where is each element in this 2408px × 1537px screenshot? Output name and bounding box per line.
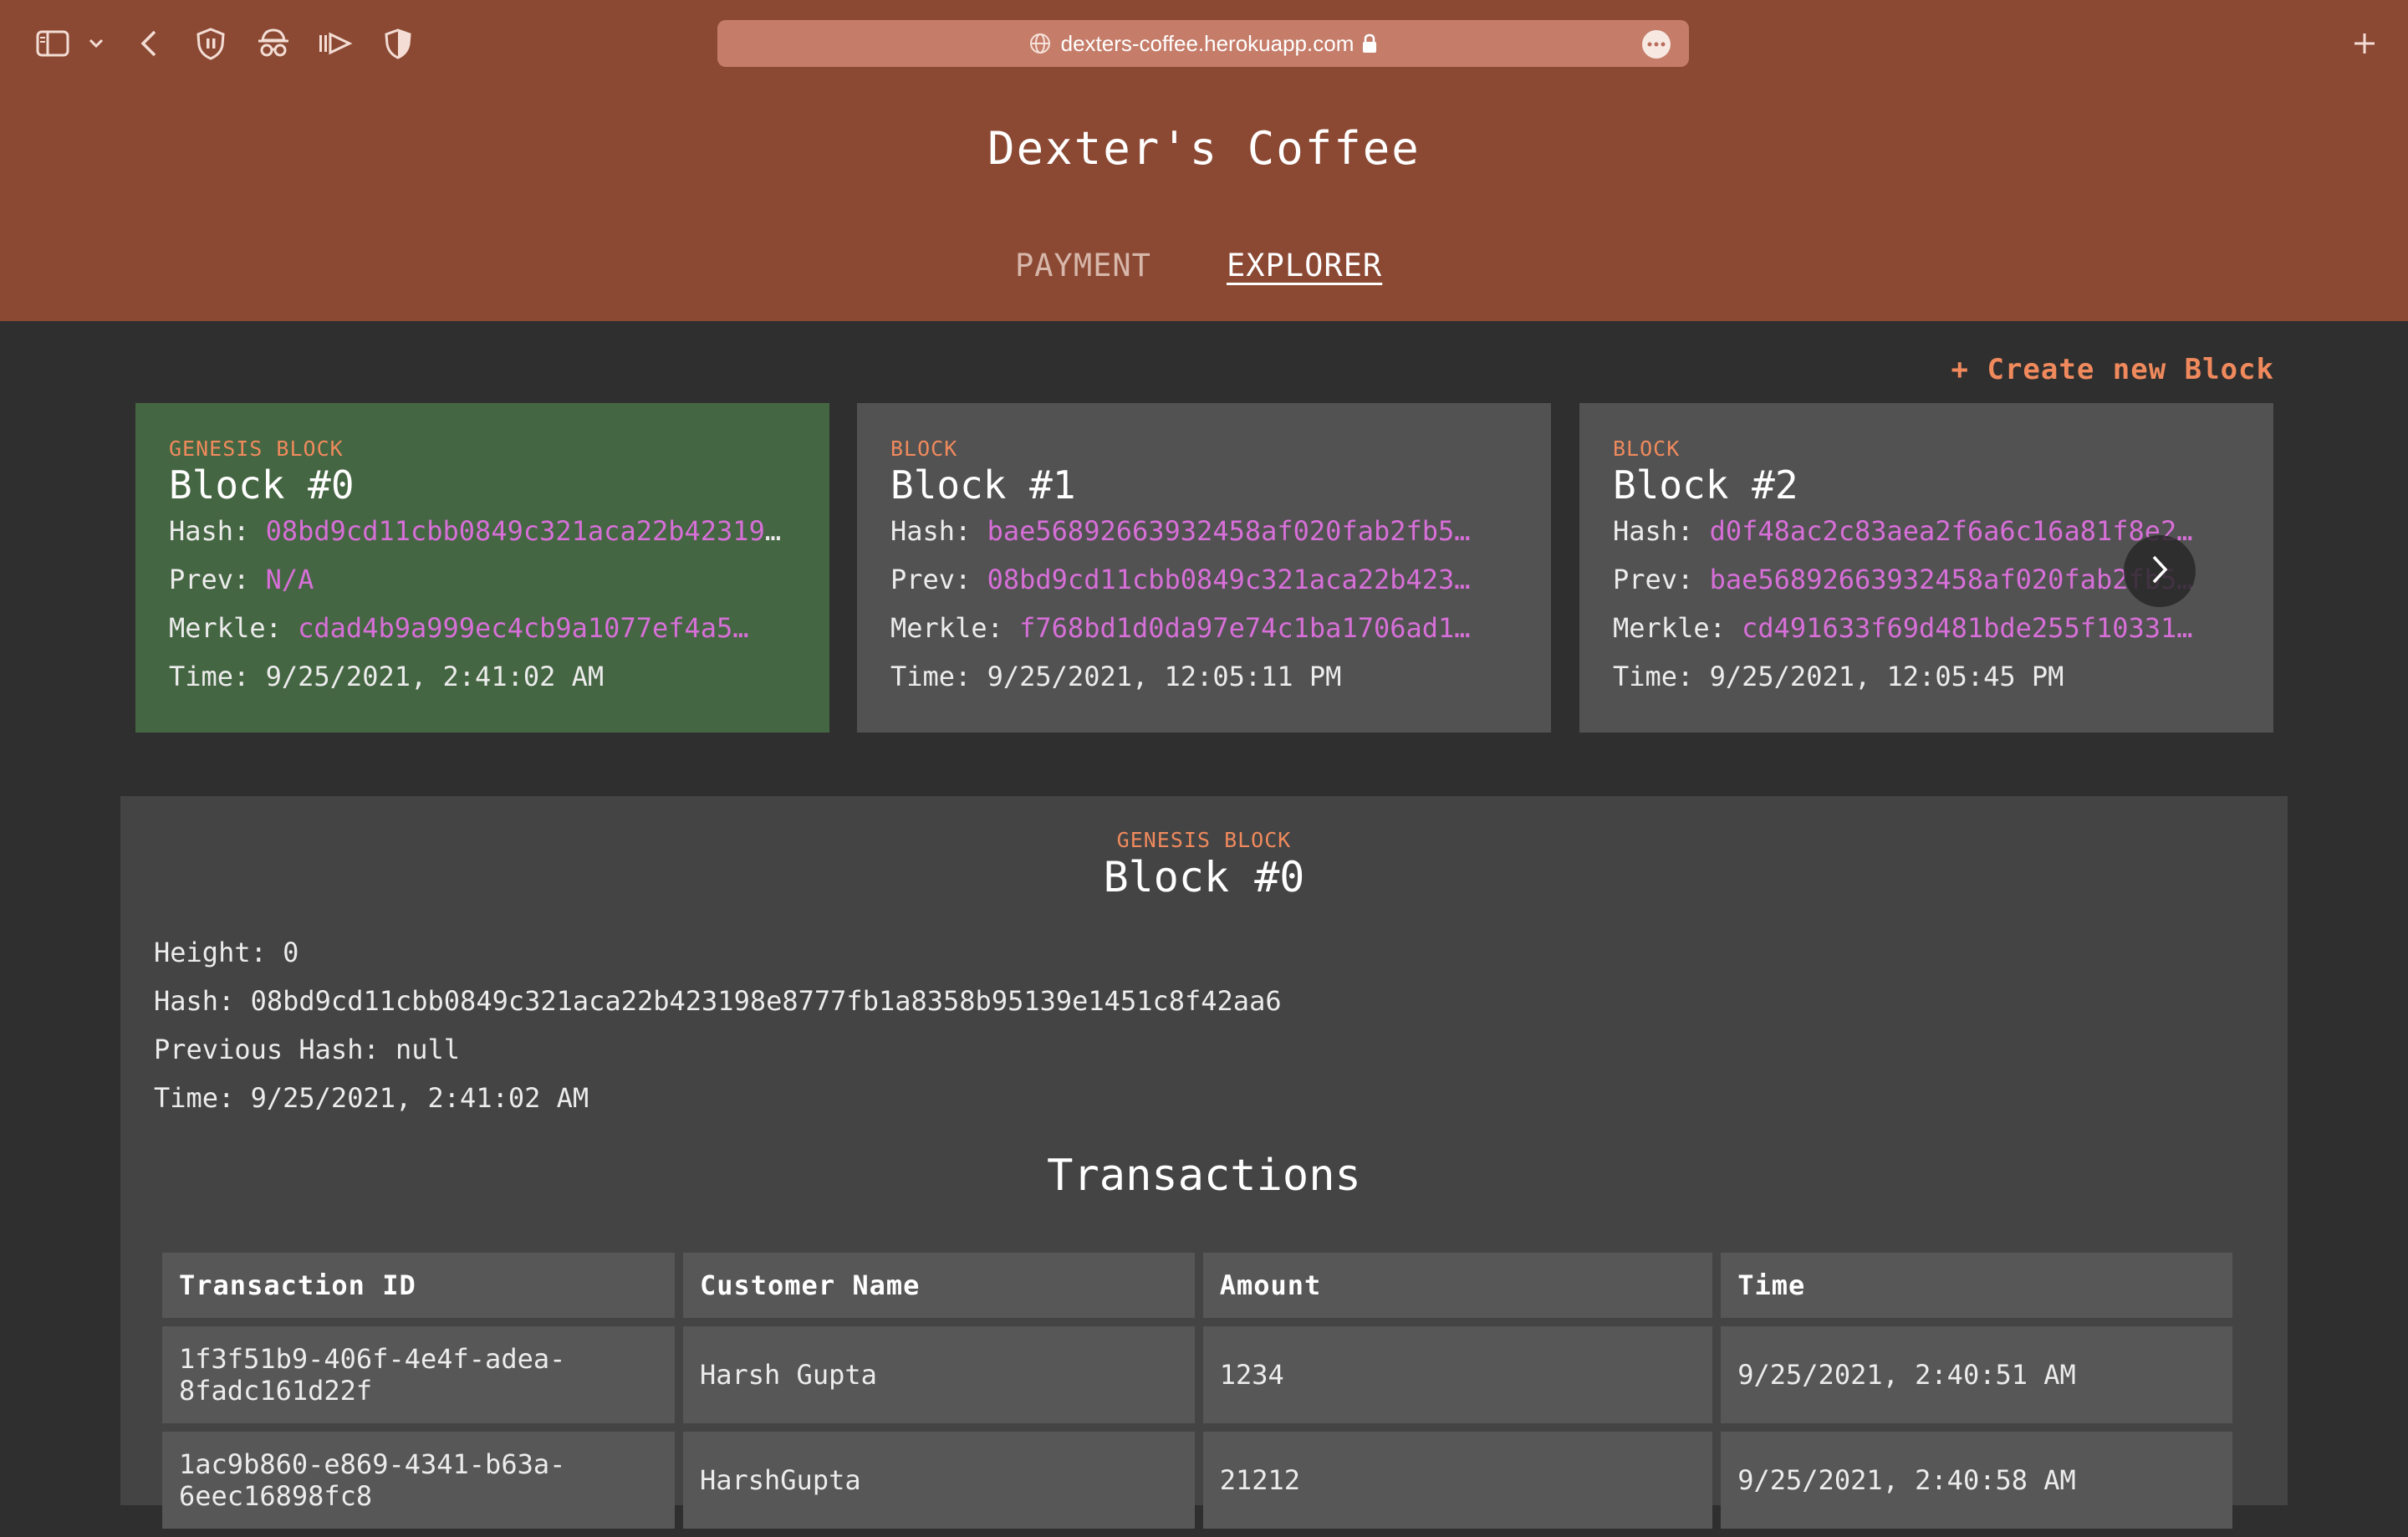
transactions-table: Transaction ID Customer Name Amount Time… [154,1244,2241,1537]
block-time-row: Time: 9/25/2021, 2:41:02 AM [169,661,605,692]
block-type-label: GENESIS BLOCK [169,437,344,461]
carousel-next-button[interactable] [2124,535,2196,607]
table-header-row: Transaction ID Customer Name Amount Time [162,1253,2232,1318]
block-time: 9/25/2021, 2:41:02 AM [265,661,605,692]
block-time: 9/25/2021, 12:05:11 PM [987,661,1342,692]
block-merkle-row: Merkle: cdad4b9a999ec4cb9a1077ef4a5… [169,612,749,644]
half-shield-extension-icon[interactable] [381,22,415,65]
amount: 1234 [1202,1326,1713,1423]
detail-info: Height: 0 Hash: 08bd9cd11cbb0849c321aca2… [154,928,1282,1122]
block-merkle-row: Merkle: f768bd1d0da97e74c1ba1706ad1… [890,612,1471,644]
block-time-row: Time: 9/25/2021, 12:05:45 PM [1613,661,2064,692]
url-text: dexters-coffee.herokuapp.com [1060,30,1354,56]
header: dexters-coffee.herokuapp.com Dexter's Co… [0,0,2408,321]
address-bar[interactable]: dexters-coffee.herokuapp.com [717,20,1689,67]
detail-hash: Hash: 08bd9cd11cbb0849c321aca22b423198e8… [154,985,1282,1017]
play-extension-icon[interactable] [316,22,355,65]
back-arrow-icon[interactable] [134,22,164,65]
block-merkle-row: Merkle: cd491633f69d481bde255f10331… [1613,612,2193,644]
spy-extension-icon[interactable] [254,22,293,65]
customer-name: HarshGupta [682,1432,1195,1529]
detail-height: Height: 0 [154,937,299,968]
block-hash: bae56892663932458af020fab2fb5… [987,515,1471,547]
block-type-label: BLOCK [1613,437,1681,461]
block-title: Block #2 [1613,462,1798,508]
plus-icon[interactable] [2346,20,2383,67]
main-nav: PAYMENT EXPLORER [0,248,2408,289]
column-header-transaction-id: Transaction ID [162,1253,675,1318]
block-hash: d0f48ac2c83aea2f6a6c16a81f8e2… [1709,515,2193,547]
column-header-time: Time [1721,1253,2232,1318]
block-card-1[interactable]: BLOCK Block #1 Hash: bae56892663932458af… [857,403,1551,733]
block-merkle: f768bd1d0da97e74c1ba1706ad1… [1019,612,1471,644]
customer-name: Harsh Gupta [682,1326,1195,1423]
block-time: 9/25/2021, 12:05:45 PM [1709,661,2064,692]
globe-icon [1029,33,1051,54]
detail-block-title: Block #0 [1103,853,1305,901]
transactions-title: Transactions [1047,1151,1361,1201]
block-type-label: BLOCK [890,437,958,461]
transaction-time: 9/25/2021, 2:40:58 AM [1721,1432,2232,1529]
block-prev: bae56892663932458af020fab2fb5… [1709,564,2193,595]
table-row: 1f3f51b9-406f-4e4f-adea-8fadc161d22f Har… [162,1326,2232,1423]
block-prev: 08bd9cd11cbb0849c321aca22b423… [987,564,1471,595]
transaction-id: 1ac9b860-e869-4341-b63a-6eec16898fc8 [162,1432,675,1529]
column-header-customer-name: Customer Name [682,1253,1195,1318]
block-merkle: cd491633f69d481bde255f10331… [1742,612,2193,644]
create-block-button[interactable]: + Create new Block [1951,353,2274,386]
column-header-amount: Amount [1202,1253,1713,1318]
amount: 21212 [1202,1432,1713,1529]
more-options-icon[interactable] [1642,30,1671,59]
detail-previous-hash: Previous Hash: null [154,1034,461,1065]
block-title: Block #0 [169,462,355,508]
transaction-time: 9/25/2021, 2:40:51 AM [1721,1326,2232,1423]
block-hash-row: Hash: 08bd9cd11cbb0849c321aca22b423198e8… [169,507,796,555]
nav-payment-link[interactable]: PAYMENT [1015,248,1151,283]
shield-extension-icon[interactable] [192,22,229,65]
block-hash-row: Hash: bae56892663932458af020fab2fb5… [890,515,1471,547]
block-prev-row: Prev: N/A [169,564,314,595]
transaction-id: 1f3f51b9-406f-4e4f-adea-8fadc161d22f [162,1326,675,1423]
block-prev: N/A [265,564,314,595]
chevron-down-icon[interactable] [85,22,107,65]
block-hash: 08bd9cd11cbb0849c321aca22b423198e8777fb1… [265,515,796,547]
block-detail-panel: GENESIS BLOCK Block #0 Height: 0 Hash: 0… [120,796,2288,1529]
app-title: Dexter's Coffee [987,122,1421,175]
detail-time: Time: 9/25/2021, 2:41:02 AM [154,1082,589,1114]
block-merkle: cdad4b9a999ec4cb9a1077ef4a5… [298,612,749,644]
nav-explorer-link[interactable]: EXPLORER [1227,248,1382,283]
block-card-0[interactable]: GENESIS BLOCK Block #0 Hash: 08bd9cd11cb… [135,403,829,733]
lock-icon [1362,33,1377,54]
block-time-row: Time: 9/25/2021, 12:05:11 PM [890,661,1342,692]
table-row: 1ac9b860-e869-4341-b63a-6eec16898fc8 Har… [162,1432,2232,1529]
block-title: Block #1 [890,462,1076,508]
block-prev-row: Prev: 08bd9cd11cbb0849c321aca22b423… [890,564,1471,595]
detail-block-type: GENESIS BLOCK [1116,828,1292,852]
sidebar-icon[interactable] [33,22,72,65]
chevron-right-icon [2150,554,2169,588]
